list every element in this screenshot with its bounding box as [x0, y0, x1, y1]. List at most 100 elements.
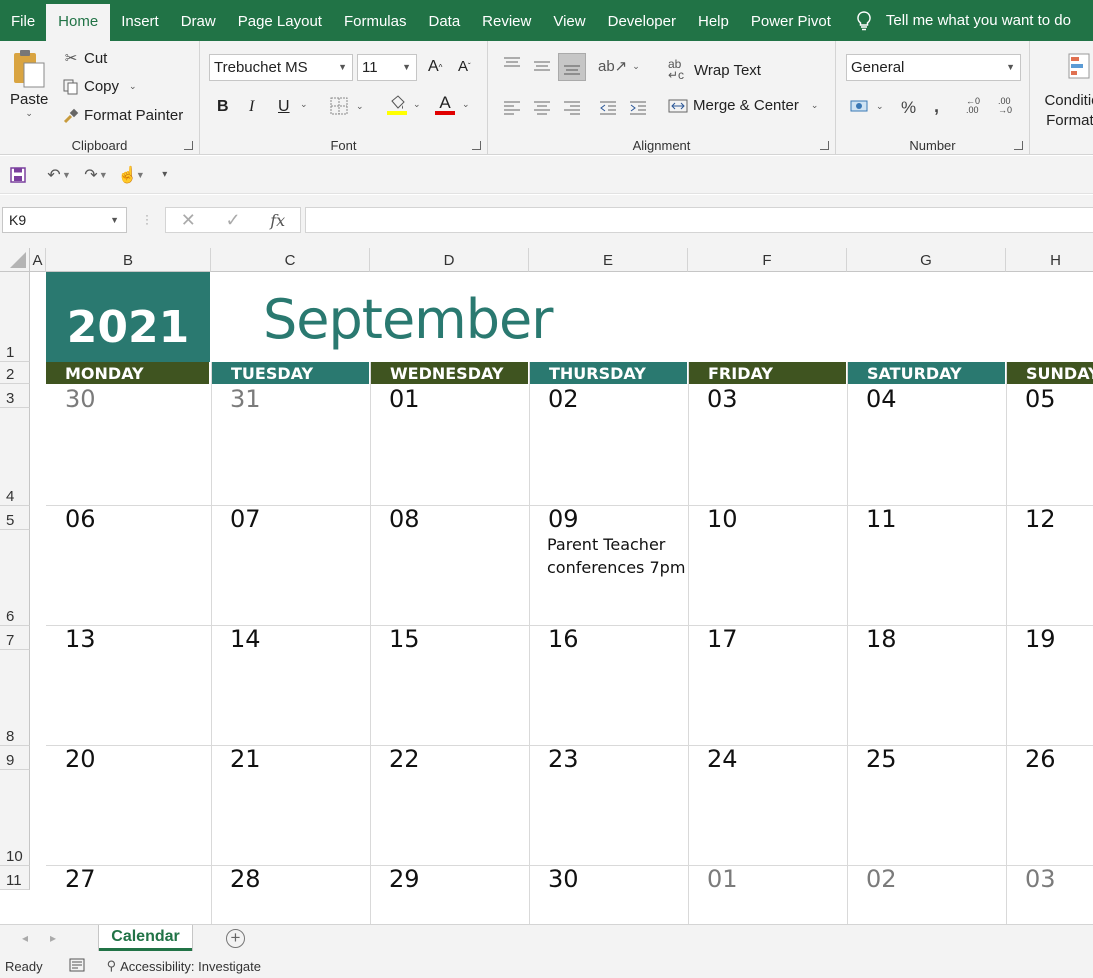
number-format-select[interactable]: General ▼ — [846, 54, 1021, 81]
align-top-button[interactable] — [502, 55, 522, 71]
chevron-down-icon[interactable]: ▼ — [136, 170, 145, 180]
chevron-down-icon[interactable]: ⌄ — [300, 99, 308, 110]
accessibility-checker[interactable]: ⚲ Accessibility: Investigate — [107, 958, 261, 974]
calendar-day-cell[interactable]: 15 — [389, 625, 420, 653]
calendar-day-cell[interactable]: 27 — [65, 865, 96, 893]
calendar-day-cell[interactable]: 01 — [389, 385, 420, 413]
grow-font-button[interactable]: A ^ — [428, 58, 442, 76]
calendar-day-cell[interactable]: 07 — [230, 505, 261, 533]
tab-home[interactable]: Home — [46, 4, 111, 41]
column-header-d[interactable]: D — [370, 248, 529, 272]
row-header-10[interactable]: 10 — [0, 770, 30, 866]
chevron-down-icon[interactable]: ⌄ — [462, 99, 470, 110]
column-header-b[interactable]: B — [46, 248, 211, 272]
add-sheet-icon[interactable]: + — [226, 929, 245, 948]
bold-button[interactable]: B — [217, 98, 229, 116]
align-middle-button[interactable] — [532, 59, 552, 75]
chevron-down-icon[interactable]: ⌄ — [413, 99, 421, 110]
dialog-launcher-icon[interactable] — [820, 141, 829, 150]
tab-data[interactable]: Data — [417, 0, 471, 41]
cancel-icon[interactable]: ✕ — [181, 210, 196, 231]
percent-button[interactable]: % — [901, 98, 916, 118]
dialog-launcher-icon[interactable] — [472, 141, 481, 150]
calendar-day-cell[interactable]: 02 — [866, 865, 897, 893]
calendar-day-cell[interactable]: 16 — [548, 625, 579, 653]
customize-qat-button[interactable]: ▾ — [151, 161, 179, 189]
calendar-day-cell[interactable]: 28 — [230, 865, 261, 893]
calendar-day-cell[interactable]: 03 — [1025, 865, 1056, 893]
underline-button[interactable]: U — [278, 98, 290, 116]
row-header-5[interactable]: 5 — [0, 506, 30, 530]
tab-view[interactable]: View — [542, 0, 596, 41]
column-header-g[interactable]: G — [847, 248, 1006, 272]
tell-me-search[interactable]: Tell me what you want to do — [856, 10, 1071, 31]
calendar-day-cell[interactable]: 22 — [389, 745, 420, 773]
calendar-day-cell[interactable]: 12 — [1025, 505, 1056, 533]
calendar-day-cell[interactable]: 26 — [1025, 745, 1056, 773]
tab-file[interactable]: File — [0, 0, 46, 41]
calendar-day-cell[interactable]: 30 — [548, 865, 579, 893]
calendar-day-cell[interactable]: 23 — [548, 745, 579, 773]
macro-record-icon[interactable] — [69, 958, 85, 975]
calendar-day-cell[interactable]: 11 — [866, 505, 897, 533]
calendar-day-cell[interactable]: 09 — [548, 505, 579, 533]
calendar-day-cell[interactable]: 31 — [230, 385, 261, 413]
align-bottom-button[interactable] — [558, 53, 586, 81]
row-header-6[interactable]: 6 — [0, 530, 30, 626]
paste-button[interactable]: Paste ⌄ — [10, 47, 48, 119]
calendar-day-cell[interactable]: 19 — [1025, 625, 1056, 653]
comma-button[interactable]: , — [934, 96, 939, 117]
calendar-day-cell[interactable]: 21 — [230, 745, 261, 773]
shrink-font-button[interactable]: Aˇ — [458, 58, 471, 75]
increase-decimal-button[interactable]: ←0.00 — [966, 97, 980, 115]
calendar-day-cell[interactable]: 29 — [389, 865, 420, 893]
drag-handle-icon[interactable]: · · · — [145, 209, 149, 229]
tab-power-pivot[interactable]: Power Pivot — [740, 0, 842, 41]
cut-button[interactable]: ✂ Cut — [62, 49, 108, 68]
calendar-day-cell[interactable]: 08 — [389, 505, 420, 533]
tab-help[interactable]: Help — [687, 0, 740, 41]
font-name-select[interactable]: Trebuchet MS ▼ — [209, 54, 353, 81]
row-header-9[interactable]: 9 — [0, 746, 30, 770]
calendar-day-cell[interactable]: 20 — [65, 745, 96, 773]
orientation-button[interactable]: ab↗ ⌄ — [598, 57, 640, 75]
chevron-down-icon[interactable]: ▼ — [62, 170, 71, 180]
row-header-8[interactable]: 8 — [0, 650, 30, 746]
formula-input[interactable] — [305, 207, 1093, 233]
borders-button[interactable]: ⌄ — [330, 97, 364, 115]
conditional-formatting-button[interactable]: Conditional Formatting — [1042, 91, 1093, 131]
calendar-day-cell[interactable]: 02 — [548, 385, 579, 413]
merge-center-button[interactable]: Merge & Center ⌄ — [668, 97, 818, 114]
wrap-text-button[interactable]: ab ↵c Wrap Text — [668, 58, 761, 81]
row-header-3[interactable]: 3 — [0, 384, 30, 408]
calendar-day-cell[interactable]: 24 — [707, 745, 738, 773]
tab-formulas[interactable]: Formulas — [333, 0, 418, 41]
font-color-button[interactable]: A — [435, 94, 455, 115]
align-right-button[interactable] — [562, 99, 582, 115]
dialog-launcher-icon[interactable] — [1014, 141, 1023, 150]
tab-draw[interactable]: Draw — [170, 0, 227, 41]
calendar-day-cell[interactable]: 14 — [230, 625, 261, 653]
fill-color-button[interactable] — [387, 95, 407, 115]
row-header-2[interactable]: 2 — [0, 362, 30, 384]
select-all-button[interactable] — [0, 248, 30, 272]
align-left-button[interactable] — [502, 99, 522, 115]
scroll-right-icon[interactable]: ▸ — [50, 931, 56, 945]
row-header-1[interactable]: 1 — [0, 272, 30, 362]
calendar-day-cell[interactable]: 10 — [707, 505, 738, 533]
scroll-left-icon[interactable]: ◂ — [22, 931, 28, 945]
tab-insert[interactable]: Insert — [110, 0, 170, 41]
italic-button[interactable]: I — [249, 98, 254, 116]
chevron-down-icon[interactable]: ▼ — [99, 170, 108, 180]
sheet-tab-calendar[interactable]: Calendar — [99, 925, 192, 951]
tab-review[interactable]: Review — [471, 0, 542, 41]
calendar-day-cell[interactable]: 06 — [65, 505, 96, 533]
tab-developer[interactable]: Developer — [597, 0, 687, 41]
calendar-day-cell[interactable]: 01 — [707, 865, 738, 893]
font-size-select[interactable]: 11 ▼ — [357, 54, 417, 81]
calendar-day-cell[interactable]: 04 — [866, 385, 897, 413]
worksheet-grid[interactable]: 2021 September MONDAY TUESDAY WEDNESDAY THU… — [30, 272, 1093, 924]
calendar-day-cell[interactable]: 25 — [866, 745, 897, 773]
calendar-day-cell[interactable]: 18 — [866, 625, 897, 653]
calendar-day-cell[interactable]: 30 — [65, 385, 96, 413]
